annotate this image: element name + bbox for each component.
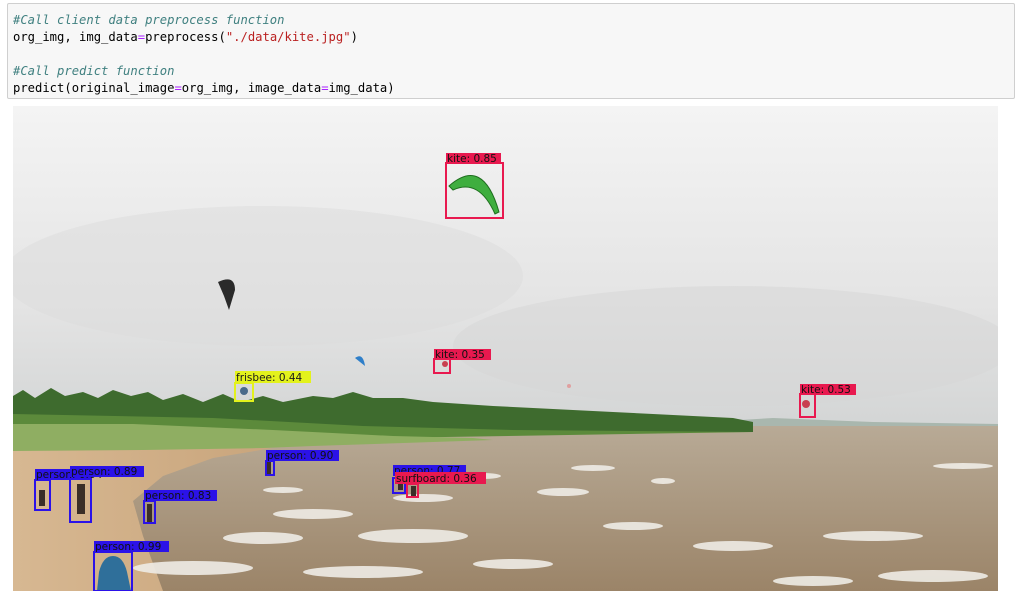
code-line: predict(original_image=org_img, image_da… <box>13 81 395 95</box>
detection-label: kite: 0.53 <box>801 384 851 396</box>
code-line: #Call predict function <box>13 64 175 78</box>
detection-label: person: 0.90 <box>267 450 333 462</box>
code-line: org_img, img_data=preprocess("./data/kit… <box>13 30 358 44</box>
code-line: #Call client data preprocess function <box>13 13 285 27</box>
output-image: kite: 0.85 kite: 0.35 kite: 0.53 frisbee: 0… <box>13 106 998 591</box>
detection-label: kite: 0.35 <box>435 349 485 361</box>
code-editor[interactable]: #Call client data preprocess function org… <box>13 12 395 97</box>
detection-label: person: 0.99 <box>95 541 161 553</box>
detection-label: surfboard: 0.36 <box>396 473 477 485</box>
detection-label: person: 0.89 <box>71 466 137 478</box>
detection-label: frisbee: 0.44 <box>236 372 303 384</box>
detection-label: person: 0.83 <box>145 490 211 502</box>
detection-image: kite: 0.85 kite: 0.35 kite: 0.53 frisbee: 0… <box>13 106 998 591</box>
code-cell[interactable]: #Call client data preprocess function org… <box>7 3 1015 99</box>
detection-label: kite: 0.85 <box>447 153 497 165</box>
